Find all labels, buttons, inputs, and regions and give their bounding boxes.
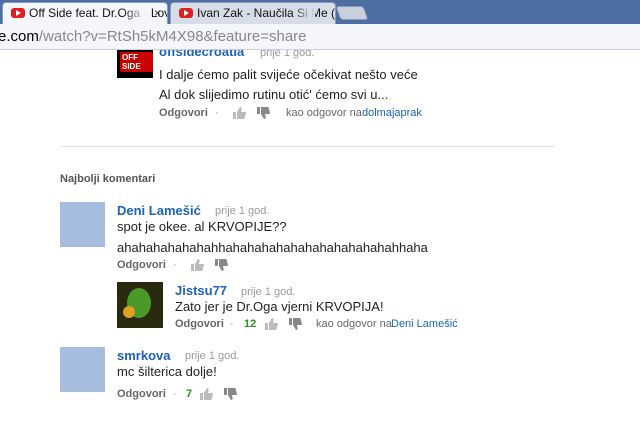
address-bar[interactable]: e.com/watch?v=RtSh5kM4X98&feature=share: [0, 24, 640, 50]
reply-button[interactable]: Odgovori: [175, 318, 224, 330]
section-divider: [60, 146, 554, 147]
reply-button[interactable]: Odgovori: [117, 388, 166, 400]
comment-text: I dalje ćemo palit svijeće očekivat nešt…: [159, 67, 418, 82]
new-tab-button[interactable]: [335, 6, 369, 20]
comment-time[interactable]: prije 1 god.: [185, 350, 239, 362]
avatar-jistsu77[interactable]: [117, 282, 163, 328]
comment-author[interactable]: Jistsu77: [175, 283, 227, 298]
youtube-icon: [179, 8, 193, 18]
comment-text: spot je okee. al KRVOPIJE??: [117, 219, 287, 234]
comment-text: Zato jer je Dr.Oga vjerni KRVOPIJA!: [175, 299, 384, 314]
thumbs-down-icon[interactable]: [256, 107, 270, 119]
thumbs-down-icon[interactable]: [214, 259, 228, 271]
close-tab-icon[interactable]: ×: [154, 6, 161, 20]
avatar-figure: [123, 306, 135, 318]
thumbs-up-icon[interactable]: [264, 318, 278, 330]
offside-logo: OFF SIDE: [120, 52, 153, 72]
like-count: 7: [186, 388, 193, 400]
comment-author[interactable]: offsidecroatia: [159, 50, 244, 59]
comment-text: Al dok slijedimo rutinu otić' ćemo svi u…: [159, 87, 389, 102]
comment-text: mc šilterica dolje!: [117, 364, 217, 379]
comments-area: OFF SIDE offsidecroatia prije 1 god. I d…: [0, 50, 640, 426]
separator-dot: ·: [173, 259, 177, 271]
tab-title: Ivan Zak - Naučila Si Me ((: [197, 6, 336, 20]
comment-author[interactable]: smrkova: [117, 348, 170, 363]
comment-time[interactable]: prije 1 god.: [260, 50, 314, 59]
section-title: Najbolji komentari: [60, 173, 156, 185]
tab-fade: [291, 3, 315, 24]
comment-author[interactable]: Deni Lamešić: [117, 203, 201, 218]
tab-off-side[interactable]: Off Side feat. Dr.Oga - Lov ×: [2, 2, 168, 24]
comment-time[interactable]: prije 1 god.: [215, 205, 269, 217]
separator-dot: ·: [230, 318, 234, 330]
avatar-smrkova[interactable]: [60, 347, 105, 392]
comment-time[interactable]: prije 1 god.: [241, 286, 295, 298]
thumbs-down-icon[interactable]: [223, 388, 237, 400]
reply-to-link[interactable]: dolmajaprak: [362, 107, 422, 119]
comment-text: ahahahahahahahhahahahahahahahahahahahahh…: [117, 240, 428, 255]
reply-button[interactable]: Odgovori: [117, 259, 166, 271]
reply-button[interactable]: Odgovori: [159, 107, 208, 119]
thumbs-up-icon[interactable]: [199, 388, 213, 400]
avatar-deni[interactable]: [60, 202, 105, 247]
separator-dot: ·: [215, 107, 219, 119]
reply-to-label: kao odgovor na: [316, 318, 392, 330]
tab-ivan-zak[interactable]: Ivan Zak - Naučila Si Me ((: [170, 2, 336, 24]
tab-fade: [123, 3, 147, 24]
tab-title: Off Side feat. Dr.Oga - Lov: [29, 6, 168, 20]
separator-dot: ·: [173, 388, 177, 400]
avatar-offsidecroatia[interactable]: OFF SIDE: [117, 50, 153, 78]
browser-tab-bar: Off Side feat. Dr.Oga - Lov × Ivan Zak -…: [0, 0, 640, 24]
thumbs-down-icon[interactable]: [288, 318, 302, 330]
youtube-icon: [11, 8, 25, 18]
thumbs-up-icon[interactable]: [232, 107, 246, 119]
reply-to-link[interactable]: Deni Lamešić: [391, 318, 458, 330]
thumbs-up-icon[interactable]: [190, 259, 204, 271]
url-text[interactable]: e.com/watch?v=RtSh5kM4X98&feature=share: [0, 28, 307, 45]
like-count: 12: [244, 318, 257, 330]
reply-to-label: kao odgovor na: [286, 107, 362, 119]
